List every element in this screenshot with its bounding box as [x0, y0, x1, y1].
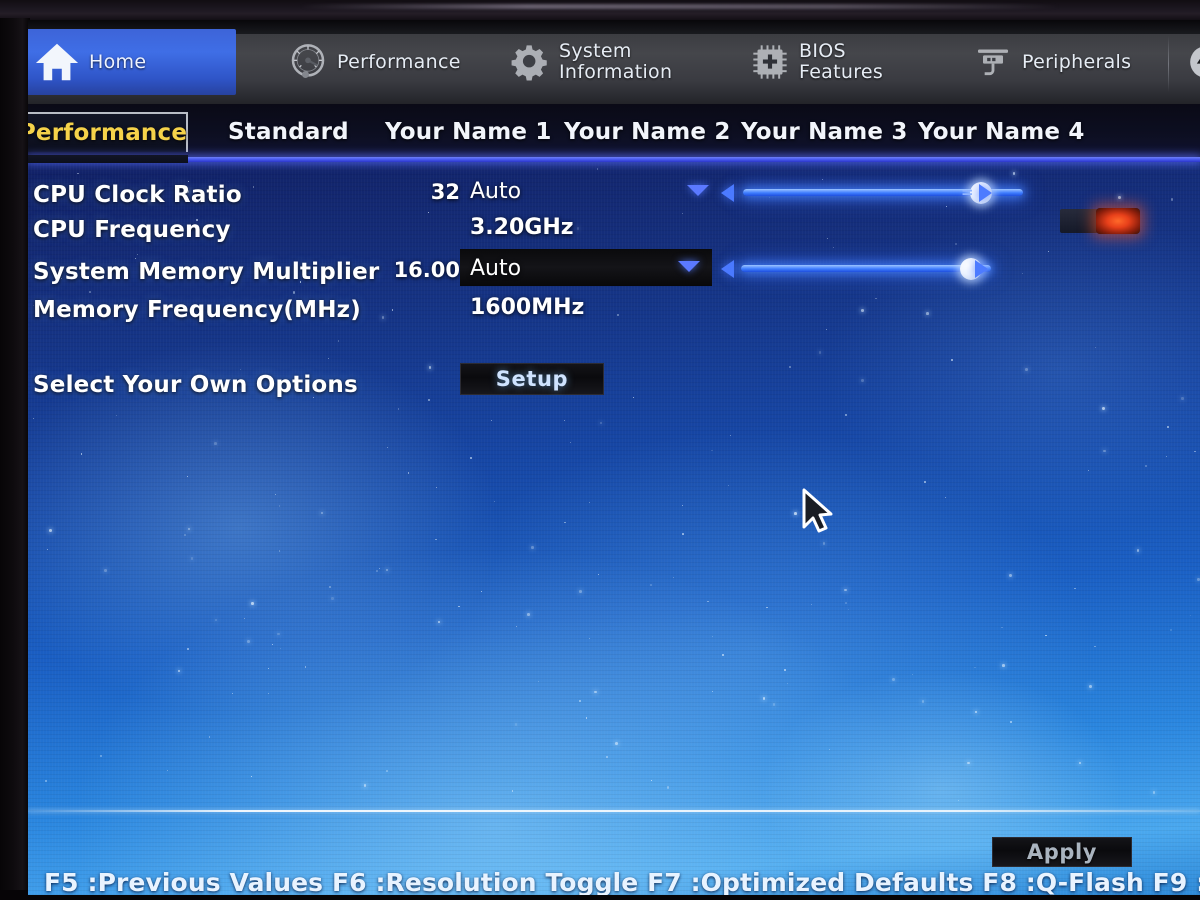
nav-label-performance: Performance	[337, 50, 461, 73]
nav-item-performance[interactable]: Performance	[278, 29, 471, 95]
nav-item-system-information[interactable]: System Information	[500, 29, 682, 95]
red-led-glow-artifact	[1096, 208, 1140, 234]
chip-plus-icon	[753, 45, 787, 79]
mouse-cursor	[802, 488, 833, 533]
bezel-glint	[300, 4, 1060, 9]
setup-button[interactable]: Setup	[460, 363, 604, 395]
system-memory-multiplier-slider-increase-arrow[interactable]	[975, 260, 988, 278]
nav-label-bios-features: BIOS Features	[799, 40, 884, 83]
active-tab-underline-mask	[28, 155, 188, 163]
cpu-clock-ratio-slider-decrease-arrow[interactable]	[721, 184, 734, 202]
sub-tab-performance-label: Performance	[28, 120, 188, 146]
sub-tab-your-name-2[interactable]: Your Name 2	[554, 112, 741, 152]
cpu-frequency-label: CPU Frequency	[33, 217, 231, 243]
system-memory-multiplier-dropdown-value[interactable]: Auto	[470, 256, 521, 281]
nav-label-system-information: System Information	[559, 40, 673, 83]
setup-button-label: Setup	[495, 367, 569, 391]
nav-item-power-management[interactable]	[1176, 29, 1200, 95]
power-lightning-icon	[1190, 47, 1200, 77]
cpu-frequency-value: 3.20GHz	[470, 215, 574, 240]
system-memory-multiplier-chevron-down-icon[interactable]	[678, 261, 700, 272]
bios-screen-photo: Home Performance System Information BIOS…	[0, 0, 1200, 900]
gears-icon	[511, 45, 547, 81]
sub-tab-your-name-4[interactable]: Your Name 4	[908, 112, 1095, 152]
cpu-clock-ratio-chevron-down-icon[interactable]	[687, 185, 709, 196]
setting-row-select-your-own-options: Select Your Own Options	[33, 368, 358, 402]
sub-tab-your-name-2-label: Your Name 2	[564, 119, 731, 145]
home-icon	[35, 43, 79, 81]
select-your-own-options-label: Select Your Own Options	[33, 372, 358, 398]
cpu-clock-ratio-dropdown-value[interactable]: Auto	[470, 179, 521, 204]
setting-row-system-memory-multiplier[interactable]: System Memory Multiplier	[33, 255, 379, 289]
sub-tab-performance[interactable]: Performance	[28, 112, 188, 152]
system-memory-multiplier-value: 16.00	[393, 258, 460, 282]
memory-frequency-value: 1600MHz	[470, 295, 585, 320]
nav-label-peripherals: Peripherals	[1022, 50, 1132, 73]
system-memory-multiplier-slider-track[interactable]	[741, 265, 991, 272]
system-memory-multiplier-label: System Memory Multiplier	[33, 259, 380, 285]
nav-item-bios-features[interactable]: BIOS Features	[740, 29, 893, 95]
sub-tab-your-name-3-label: Your Name 3	[741, 119, 908, 145]
sub-tab-bar: Performance Standard Your Name 1 Your Na…	[28, 104, 1200, 162]
bios-screen: Home Performance System Information BIOS…	[28, 20, 1200, 895]
footer-help-text: F5 :Previous Values F6 :Resolution Toggl…	[44, 870, 1200, 895]
cpu-clock-ratio-slider-increase-arrow[interactable]	[979, 184, 992, 202]
led-housing-artifact	[1060, 209, 1098, 233]
sub-tab-your-name-3[interactable]: Your Name 3	[731, 112, 918, 152]
peripheral-connector-icon	[978, 49, 1008, 76]
apply-button-label: Apply	[1026, 840, 1098, 864]
nav-divider	[1168, 36, 1169, 92]
gauge-icon	[291, 44, 325, 78]
sub-tab-your-name-1-label: Your Name 1	[385, 119, 552, 145]
monitor-bezel-left	[0, 18, 30, 900]
nav-item-peripherals[interactable]: Peripherals	[963, 29, 1141, 95]
setting-row-memory-frequency: Memory Frequency(MHz)	[33, 293, 361, 327]
nav-item-home[interactable]: Home	[28, 29, 236, 95]
setting-row-cpu-frequency: CPU Frequency	[33, 213, 231, 247]
footer-separator-line	[28, 810, 1200, 812]
cpu-clock-ratio-label: CPU Clock Ratio	[33, 182, 242, 208]
top-navigation-bar: Home Performance System Information BIOS…	[28, 20, 1200, 104]
monitor-bezel-top	[0, 0, 1200, 22]
sub-tab-standard-label: Standard	[228, 119, 349, 145]
sub-tab-standard[interactable]: Standard	[218, 112, 359, 152]
system-memory-multiplier-slider-decrease-arrow[interactable]	[721, 260, 734, 278]
sub-tab-underline	[28, 157, 1200, 162]
footer-help-bar: F5 :Previous Values F6 :Resolution Toggl…	[28, 870, 1200, 895]
setting-row-cpu-clock-ratio[interactable]: CPU Clock Ratio	[33, 178, 242, 212]
memory-frequency-label: Memory Frequency(MHz)	[33, 297, 361, 323]
cpu-clock-ratio-value: 32	[430, 180, 460, 204]
cpu-clock-ratio-slider-ticks: =	[961, 183, 974, 201]
sub-tab-your-name-4-label: Your Name 4	[918, 119, 1085, 145]
apply-button[interactable]: Apply	[992, 837, 1132, 867]
sub-tab-your-name-1[interactable]: Your Name 1	[375, 112, 562, 152]
nav-label-home: Home	[89, 50, 147, 73]
